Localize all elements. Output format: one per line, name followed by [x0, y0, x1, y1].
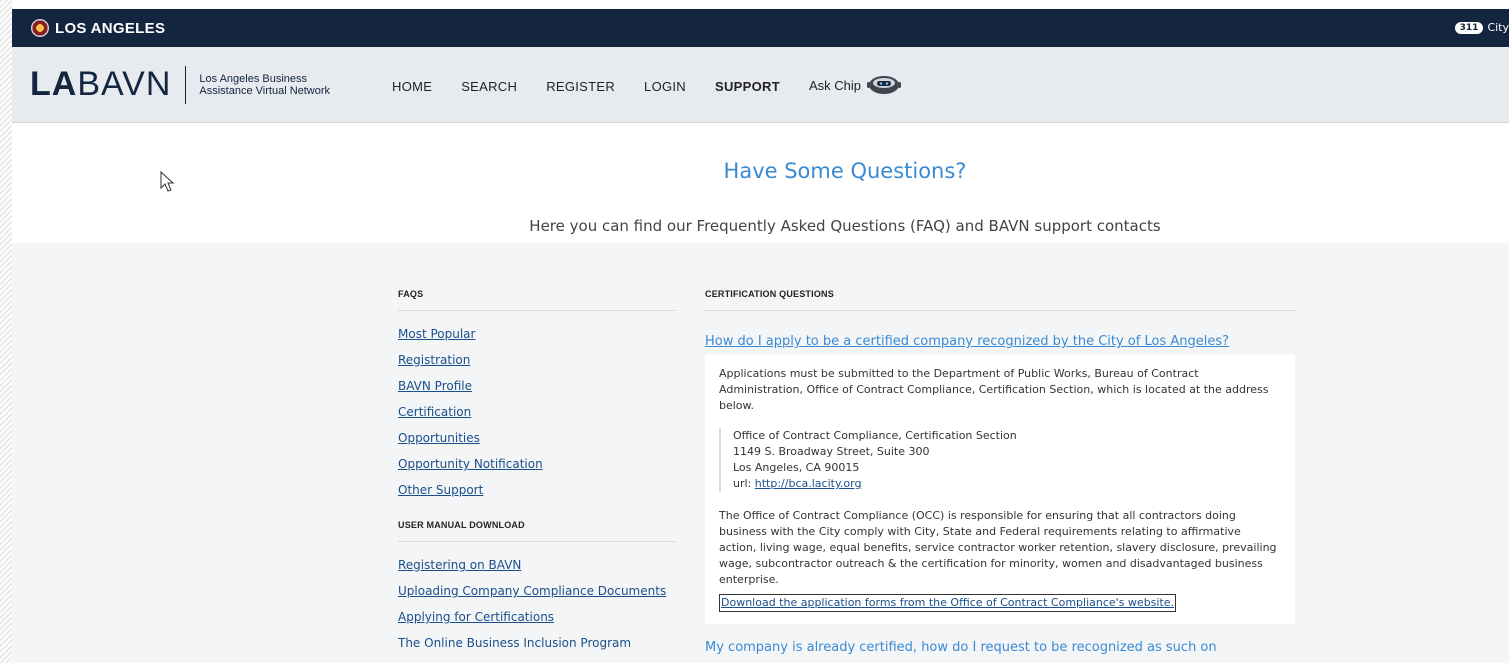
list-item: Most Popular — [398, 325, 676, 342]
address-url-row: url: http://bca.lacity.org — [733, 476, 1281, 492]
faqs-heading: FAQS — [398, 289, 676, 311]
main-nav: HOME SEARCH REGISTER LOGIN SUPPORT Ask C… — [392, 76, 901, 96]
city-menu-label[interactable]: City — [1487, 21, 1509, 34]
city-name: LOS ANGELES — [55, 19, 166, 37]
url-label: url: — [733, 477, 752, 490]
faq-category-list: Most Popular Registration BAVN Profile C… — [398, 325, 676, 498]
faq-link-certification[interactable]: Certification — [398, 405, 471, 419]
download-forms-link[interactable]: Download the application forms from the … — [719, 594, 1177, 612]
city-seal-icon — [31, 19, 49, 37]
logo-bold-part: LA — [30, 65, 78, 103]
nav-register[interactable]: REGISTER — [546, 79, 615, 94]
brand-subtitle: Los Angeles Business Assistance Virtual … — [199, 73, 349, 97]
faq-sidebar: FAQS Most Popular Registration BAVN Prof… — [398, 289, 676, 660]
certification-questions: CERTIFICATION QUESTIONS How do I apply t… — [705, 289, 1295, 655]
manual-link-applying-certifications[interactable]: Applying for Certifications — [398, 610, 554, 624]
list-item: Opportunity Notification — [398, 455, 676, 472]
list-item: The Online Business Inclusion Program — [398, 634, 676, 651]
address-line-2: 1149 S. Broadway Street, Suite 300 — [733, 445, 930, 458]
page-title: Have Some Questions? — [723, 159, 967, 183]
311-badge[interactable]: 311 — [1454, 21, 1484, 34]
faq-content: FAQS Most Popular Registration BAVN Prof… — [0, 243, 1509, 663]
city-logo[interactable]: LOS ANGELES — [31, 19, 165, 37]
faq-hero: Have Some Questions? Here you can find o… — [0, 123, 1509, 243]
city-topbar: LOS ANGELES 311 City — [0, 9, 1509, 47]
nav-home[interactable]: HOME — [392, 79, 432, 94]
manual-link-online-business-inclusion[interactable]: The Online Business Inclusion Program — [398, 636, 631, 650]
address-blockquote: Office of Contract Compliance, Certifica… — [719, 428, 1281, 492]
page-edge-strip — [0, 0, 12, 663]
faq-link-other-support[interactable]: Other Support — [398, 483, 483, 497]
chatbot-robot-icon — [867, 76, 901, 94]
faq-link-opportunity-notification[interactable]: Opportunity Notification — [398, 457, 543, 471]
labavn-brand[interactable]: LABAVN Los Angeles Business Assistance V… — [30, 65, 349, 104]
ask-chip-button[interactable]: Ask Chip — [809, 74, 901, 96]
nav-support[interactable]: SUPPORT — [715, 79, 780, 94]
answer-body-text: The Office of Contract Compliance (OCC) … — [719, 509, 1277, 586]
labavn-logo[interactable]: LABAVN — [30, 65, 171, 104]
list-item: Registration — [398, 351, 676, 368]
list-item: Certification — [398, 403, 676, 420]
faq-link-most-popular[interactable]: Most Popular — [398, 327, 475, 341]
list-item: Applying for Certifications — [398, 608, 676, 625]
faq-question-apply-certified[interactable]: How do I apply to be a certified company… — [705, 334, 1295, 349]
brand-divider — [185, 65, 187, 104]
nav-login[interactable]: LOGIN — [644, 79, 686, 94]
list-item: Uploading Company Compliance Documents — [398, 582, 676, 599]
topbar-right[interactable]: 311 City — [1454, 21, 1509, 34]
page-subtitle: Here you can find our Frequently Asked Q… — [529, 217, 1161, 235]
address-line-3: Los Angeles, CA 90015 — [733, 461, 860, 474]
certification-questions-heading: CERTIFICATION QUESTIONS — [705, 289, 1295, 311]
faq-link-opportunities[interactable]: Opportunities — [398, 431, 480, 445]
subtitle-line-1: Los Angeles Business — [199, 72, 308, 85]
mouse-cursor-icon — [160, 171, 175, 192]
manual-link-uploading-documents[interactable]: Uploading Company Compliance Documents — [398, 584, 666, 598]
faq-answer-panel: Applications must be submitted to the De… — [705, 355, 1295, 624]
nav-search[interactable]: SEARCH — [461, 79, 517, 94]
list-item: Opportunities — [398, 429, 676, 446]
site-header: LABAVN Los Angeles Business Assistance V… — [0, 47, 1509, 123]
subtitle-line-2: Assistance Virtual Network — [199, 84, 331, 97]
faq-question-already-certified[interactable]: My company is already certified, how do … — [705, 640, 1295, 655]
list-item: Other Support — [398, 481, 676, 498]
user-manual-heading: USER MANUAL DOWNLOAD — [398, 520, 676, 542]
list-item: BAVN Profile — [398, 377, 676, 394]
logo-thin-part: BAVN — [77, 65, 172, 103]
list-item: Registering on BAVN — [398, 556, 676, 573]
faq-link-bavn-profile[interactable]: BAVN Profile — [398, 379, 472, 393]
ask-chip-label: Ask Chip — [808, 77, 861, 93]
address-line-1: Office of Contract Compliance, Certifica… — [733, 429, 1017, 442]
user-manual-list: Registering on BAVN Uploading Company Co… — [398, 556, 676, 651]
manual-link-registering[interactable]: Registering on BAVN — [398, 558, 521, 572]
answer-intro-text: Applications must be submitted to the De… — [719, 367, 1269, 412]
bca-website-link[interactable]: http://bca.lacity.org — [755, 477, 862, 490]
faq-link-registration[interactable]: Registration — [398, 353, 470, 367]
